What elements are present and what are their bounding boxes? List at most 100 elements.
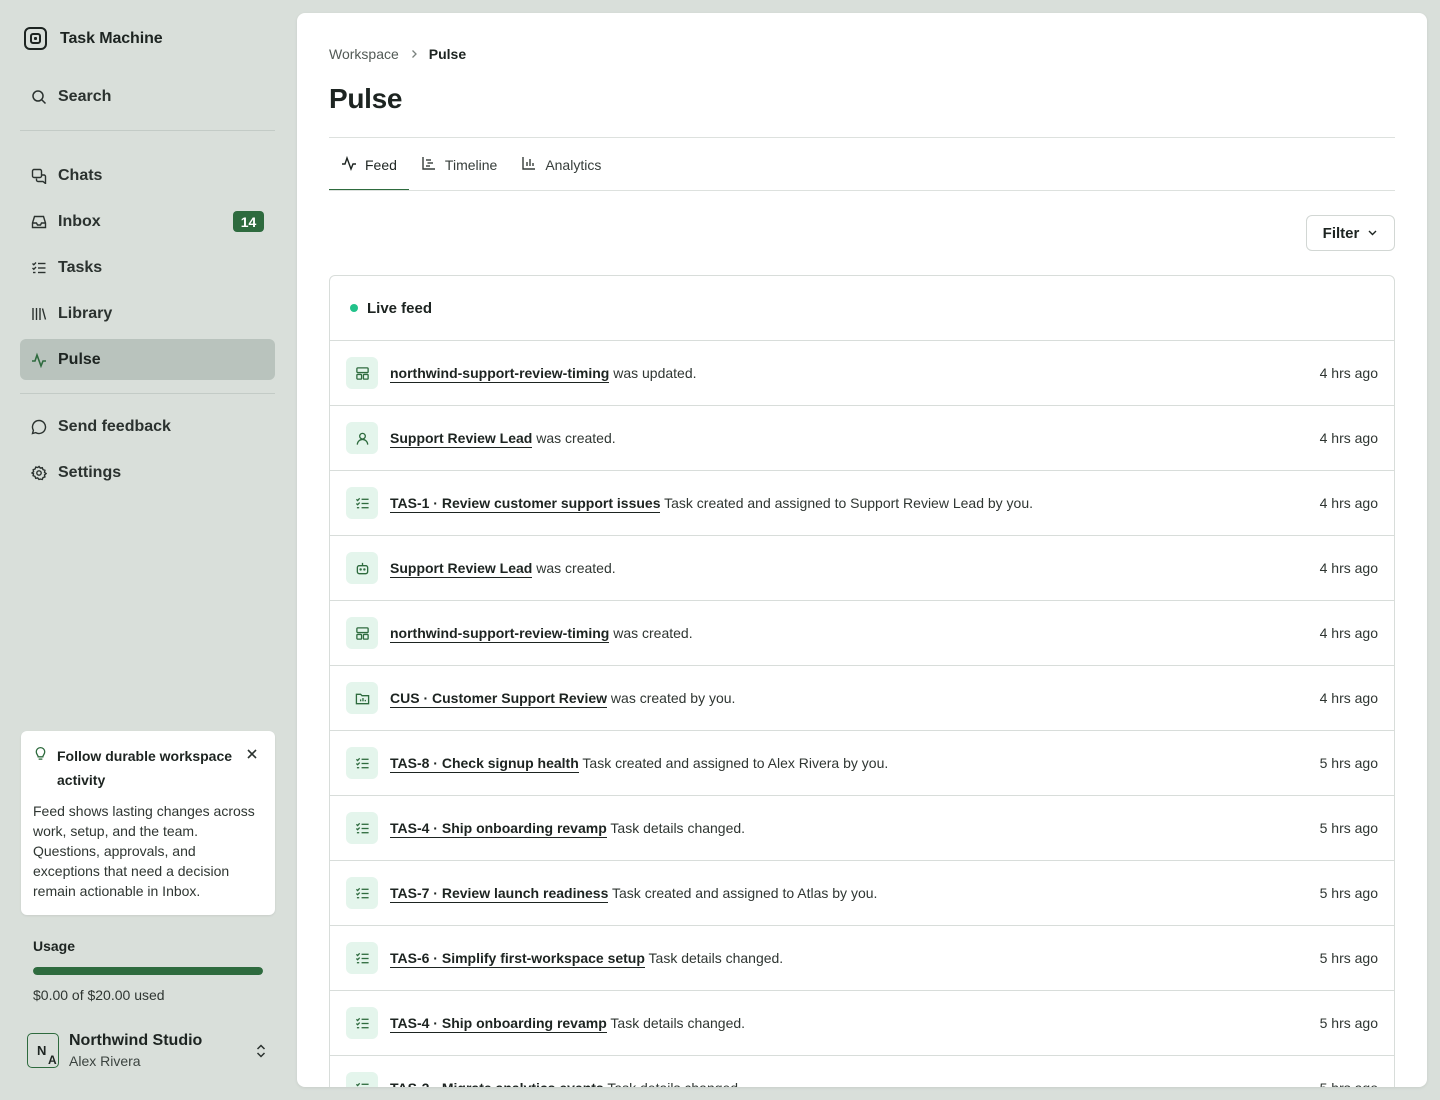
feed-list: northwind-support-review-timing was upda…	[330, 341, 1394, 1087]
tab-label: Timeline	[444, 156, 498, 173]
sidebar-item-tasks[interactable]: Tasks	[20, 247, 275, 288]
feed-row-text: CUS · Customer Support Review was create…	[390, 690, 736, 708]
feed-row-text: TAS-1 · Review customer support issues T…	[390, 495, 1033, 513]
feed-row-link[interactable]: northwind-support-review-timing	[390, 365, 610, 383]
feed-row: northwind-support-review-timing was crea…	[330, 601, 1394, 666]
breadcrumb-current: Pulse	[428, 46, 467, 62]
task-list-icon	[346, 747, 378, 779]
feed-row-text: northwind-support-review-timing was crea…	[390, 625, 693, 643]
tab-timeline[interactable]: Timeline	[409, 138, 509, 191]
sidebar-item-pulse[interactable]: Pulse	[20, 339, 275, 380]
feed-row-link[interactable]: northwind-support-review-timing	[390, 625, 610, 643]
tasks-icon	[31, 260, 47, 276]
lightbulb-icon	[33, 746, 48, 792]
feed-row: Support Review Lead was created. 4 hrs ag…	[330, 536, 1394, 601]
feed-row-link[interactable]: TAS-7 · Review launch readiness	[390, 885, 609, 903]
feed-row-description: Task created and assigned to Atlas by yo…	[612, 885, 878, 901]
feed-row-link[interactable]: Support Review Lead	[390, 430, 533, 448]
workspace-name: Northwind Studio	[69, 1032, 203, 1049]
tip-body: Feed shows lasting changes across work, …	[33, 803, 255, 899]
user-icon	[346, 422, 378, 454]
tab-feed[interactable]: Feed	[329, 138, 409, 191]
analytics-icon	[521, 155, 537, 174]
feed-row: Support Review Lead was created. 4 hrs ag…	[330, 406, 1394, 471]
task-list-icon	[346, 812, 378, 844]
tab-bar: Feed Timeline Analytics	[329, 138, 613, 191]
feed-row-description: Task details changed.	[610, 1015, 746, 1031]
feed-row-time: 4 hrs ago	[1319, 625, 1378, 641]
timeline-icon	[421, 155, 437, 174]
brand[interactable]: Task Machine	[24, 27, 163, 50]
feed-row-description: Task details changed.	[607, 1080, 742, 1087]
feed-row: TAS-7 · Review launch readiness Task cre…	[330, 861, 1394, 926]
folder-chart-icon	[346, 682, 378, 714]
feed-row-link[interactable]: TAS-1 · Review customer support issues	[390, 495, 661, 513]
sidebar-item-chats[interactable]: Chats	[20, 155, 275, 196]
feed-row-link[interactable]: TAS-6 · Simplify first-workspace setup	[390, 950, 645, 968]
task-list-icon	[346, 487, 378, 519]
filter-label: Filter	[1322, 224, 1360, 242]
search-label: Search	[58, 87, 112, 105]
feed-row-link[interactable]: CUS · Customer Support Review	[390, 690, 608, 708]
tab-label: Analytics	[545, 156, 602, 173]
feed-row: northwind-support-review-timing was upda…	[330, 341, 1394, 406]
sidebar: Task Machine Search Chats Inbox 14 Tasks…	[0, 0, 296, 1100]
feed-row-description: Task created and assigned to Alex Rivera…	[582, 755, 889, 771]
feed-row-description: was created.	[613, 625, 693, 641]
task-list-icon	[346, 942, 378, 974]
sidebar-item-label: Chats	[58, 166, 103, 184]
chevron-right-icon	[409, 46, 419, 62]
avatar-initial: A	[48, 1053, 57, 1067]
sidebar-item-inbox[interactable]: Inbox 14	[20, 201, 275, 242]
library-icon	[31, 306, 47, 322]
breadcrumb-parent[interactable]: Workspace	[329, 46, 399, 62]
feed-row-text: Support Review Lead was created.	[390, 560, 616, 578]
feed-row-time: 4 hrs ago	[1319, 365, 1378, 381]
filter-dropdown[interactable]: Filter	[1306, 215, 1395, 251]
feed-row-text: TAS-7 · Review launch readiness Task cre…	[390, 885, 878, 903]
feed-row: TAS-4 · Ship onboarding revamp Task deta…	[330, 991, 1394, 1056]
feed-header: Live feed	[330, 276, 1394, 341]
feed-row-text: TAS-4 · Ship onboarding revamp Task deta…	[390, 820, 745, 838]
sidebar-divider	[20, 393, 275, 394]
search-button[interactable]: Search	[20, 76, 275, 117]
avatar-initial: N	[37, 1043, 47, 1058]
close-icon[interactable]	[245, 747, 259, 761]
feed-row-text: TAS-8 · Check signup health Task created…	[390, 755, 889, 773]
tab-analytics[interactable]: Analytics	[509, 138, 613, 191]
layout-icon	[346, 617, 378, 649]
feed-row: TAS-4 · Ship onboarding revamp Task deta…	[330, 796, 1394, 861]
feed-row-time: 4 hrs ago	[1319, 495, 1378, 511]
feed-row-time: 4 hrs ago	[1319, 560, 1378, 576]
pulse-icon	[31, 352, 47, 368]
feed-row-text: TAS-4 · Ship onboarding revamp Task deta…	[390, 1015, 746, 1033]
usage-panel: Usage $0.00 of $20.00 used	[33, 938, 263, 1003]
send-feedback-button[interactable]: Send feedback	[20, 406, 275, 447]
settings-button[interactable]: Settings	[20, 452, 275, 493]
feed-row-link[interactable]: TAS-8 · Check signup health	[390, 755, 579, 773]
chevron-up-down-icon	[254, 1043, 268, 1059]
feed-row-link[interactable]: TAS-4 · Ship onboarding revamp	[390, 820, 607, 838]
feed-row-link[interactable]: Support Review Lead	[390, 560, 533, 578]
feed-row-description: was created by you.	[610, 690, 736, 706]
feed-row-time: 5 hrs ago	[1320, 1080, 1378, 1087]
breadcrumb: Workspace Pulse	[329, 46, 466, 62]
feed-title: Live feed	[367, 299, 433, 317]
feed-row-link[interactable]: TAS-4 · Ship onboarding revamp	[390, 1015, 607, 1033]
sidebar-item-library[interactable]: Library	[20, 293, 275, 334]
inbox-count-badge: 14	[233, 211, 264, 232]
usage-progress-fill	[33, 967, 263, 975]
live-indicator-dot	[350, 304, 358, 312]
avatar: N A	[27, 1033, 59, 1068]
tip-card: Follow durable workspace activity Feed s…	[21, 731, 275, 915]
tabs-divider	[329, 190, 1395, 191]
feed-row-time: 5 hrs ago	[1319, 1015, 1378, 1031]
usage-progress-bar	[33, 967, 263, 975]
feed-row-time: 5 hrs ago	[1319, 820, 1378, 836]
sidebar-item-label: Pulse	[58, 350, 101, 368]
task-list-icon	[346, 1007, 378, 1039]
feed-row-link[interactable]: TAS-2 · Migrate analytics events	[390, 1080, 604, 1087]
feed-row-text: northwind-support-review-timing was upda…	[390, 365, 697, 383]
workspace-switcher[interactable]: N A Northwind Studio Alex Rivera	[27, 1032, 272, 1069]
feed-row-description: was created.	[536, 560, 616, 576]
